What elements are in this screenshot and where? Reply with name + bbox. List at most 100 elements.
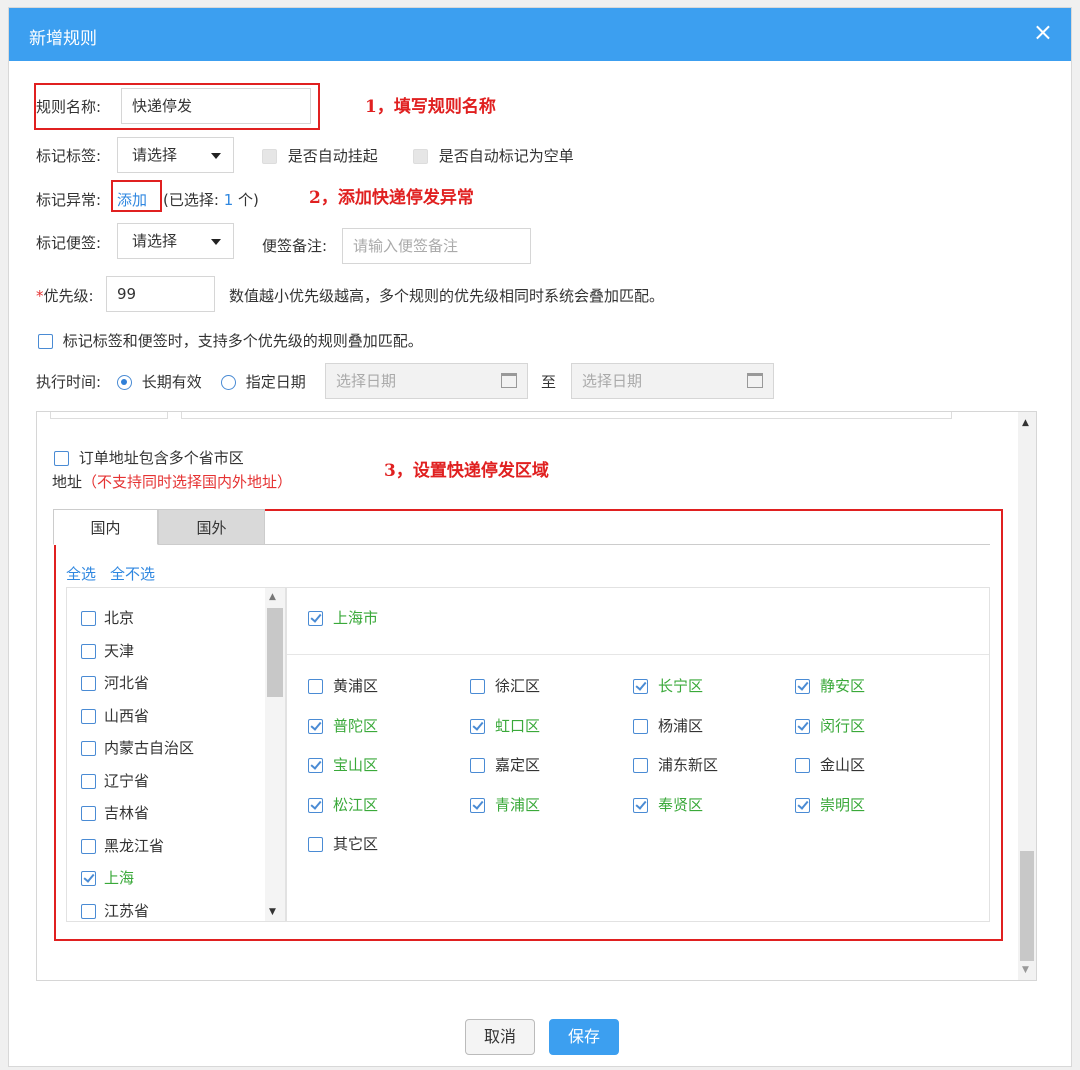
district-item[interactable]: 其它区 — [308, 833, 378, 854]
district-item[interactable]: 奉贤区 — [633, 794, 703, 815]
province-checkbox[interactable] — [81, 871, 96, 886]
auto-suspend-checkbox[interactable] — [262, 149, 277, 164]
district-item[interactable]: 浦东新区 — [633, 754, 718, 775]
province-checkbox[interactable] — [81, 611, 96, 626]
district-item[interactable]: 青浦区 — [470, 794, 540, 815]
district-checkbox[interactable] — [795, 718, 810, 734]
select-none-link[interactable]: 全不选 — [110, 563, 155, 584]
district-checkbox[interactable] — [795, 758, 810, 773]
stack-match-option[interactable]: 标记标签和便签时，支持多个优先级的规则叠加匹配。 — [38, 330, 423, 351]
province-checkbox[interactable] — [81, 806, 96, 821]
district-item[interactable]: 金山区 — [795, 754, 865, 775]
province-checkbox[interactable] — [81, 903, 96, 919]
district-checkbox[interactable] — [633, 797, 648, 813]
district-item[interactable]: 松江区 — [308, 794, 378, 815]
district-checkbox[interactable] — [470, 797, 485, 813]
district-checkbox[interactable] — [470, 718, 485, 734]
province-checkbox[interactable] — [81, 741, 96, 756]
scroll-up-icon[interactable]: ▲ — [269, 592, 276, 602]
calendar-icon — [747, 373, 763, 388]
select-all-link[interactable]: 全选 — [66, 563, 96, 584]
mark-exception-label: 标记异常: — [36, 191, 102, 209]
province-item[interactable]: 辽宁省 — [81, 770, 149, 791]
district-checkbox[interactable] — [470, 758, 485, 773]
city-checkbox[interactable] — [308, 611, 323, 626]
province-item[interactable]: 山西省 — [81, 705, 149, 726]
province-item[interactable]: 内蒙古自治区 — [81, 737, 194, 758]
long-term-option[interactable]: 长期有效 — [117, 371, 202, 392]
long-term-label: 长期有效 — [141, 373, 202, 391]
scroll-down-icon[interactable]: ▼ — [269, 907, 276, 917]
province-label: 天津 — [104, 641, 135, 660]
district-item[interactable]: 静安区 — [795, 675, 865, 696]
mark-note-select[interactable]: 请选择 — [117, 223, 234, 259]
province-item[interactable]: 上海 — [81, 867, 134, 888]
province-label: 山西省 — [104, 706, 150, 725]
district-checkbox[interactable] — [308, 837, 323, 852]
specify-date-option[interactable]: 指定日期 — [221, 371, 306, 392]
province-scrollbar[interactable]: ▲ ▼ — [265, 588, 285, 921]
district-label: 闵行区 — [820, 716, 866, 735]
district-checkbox[interactable] — [470, 679, 485, 694]
panel-scrollbar[interactable]: ▲ ▼ — [1018, 412, 1036, 980]
province-checkbox[interactable] — [81, 838, 96, 854]
district-checkbox[interactable] — [308, 797, 323, 813]
city-item[interactable]: 上海市 — [308, 607, 378, 628]
annotation-box-add — [111, 180, 162, 212]
note-remark-input[interactable]: 请输入便签备注 — [342, 228, 531, 264]
province-item[interactable]: 北京 — [81, 607, 134, 628]
district-checkbox[interactable] — [795, 797, 810, 813]
province-label: 江苏省 — [104, 901, 150, 920]
district-checkbox[interactable] — [633, 758, 648, 773]
auto-empty-option[interactable]: 是否自动标记为空单 — [413, 145, 574, 166]
district-item[interactable]: 杨浦区 — [633, 715, 703, 736]
district-label: 奉贤区 — [658, 795, 704, 814]
district-item[interactable]: 徐汇区 — [470, 675, 540, 696]
save-button[interactable]: 保存 — [549, 1019, 619, 1055]
province-checkbox[interactable] — [81, 773, 96, 789]
district-item[interactable]: 崇明区 — [795, 794, 865, 815]
district-item[interactable]: 闵行区 — [795, 715, 865, 736]
multi-province-option[interactable]: 订单地址包含多个省市区 — [54, 447, 244, 468]
tab-domestic[interactable]: 国内 — [53, 509, 158, 545]
district-checkbox[interactable] — [795, 679, 810, 694]
province-checkbox[interactable] — [81, 676, 96, 691]
district-item[interactable]: 嘉定区 — [470, 754, 540, 775]
auto-suspend-option[interactable]: 是否自动挂起 — [262, 145, 378, 166]
district-checkbox[interactable] — [633, 679, 648, 694]
district-item[interactable]: 长宁区 — [633, 675, 703, 696]
scrollbar-thumb[interactable] — [267, 608, 283, 697]
district-checkbox[interactable] — [308, 679, 323, 694]
priority-input[interactable]: 99 — [106, 276, 215, 312]
auto-empty-checkbox[interactable] — [413, 149, 428, 164]
province-item[interactable]: 黑龙江省 — [81, 835, 164, 856]
stack-match-checkbox[interactable] — [38, 334, 53, 349]
start-date-input[interactable]: 选择日期 — [325, 363, 528, 399]
district-checkbox[interactable] — [308, 718, 323, 734]
close-icon[interactable]: × — [1033, 18, 1053, 46]
specify-date-radio[interactable] — [221, 375, 236, 390]
long-term-radio[interactable] — [117, 375, 132, 390]
scrollbar-thumb[interactable] — [1020, 851, 1034, 961]
end-date-input[interactable]: 选择日期 — [571, 363, 774, 399]
province-item[interactable]: 天津 — [81, 640, 134, 661]
district-item[interactable]: 黄浦区 — [308, 675, 378, 696]
scroll-down-icon[interactable]: ▼ — [1022, 965, 1029, 975]
province-item[interactable]: 吉林省 — [81, 802, 149, 823]
province-item[interactable]: 江苏省 — [81, 900, 149, 921]
selected-count-text: (已选择: 1 个) — [163, 189, 259, 210]
specify-date-label: 指定日期 — [245, 373, 306, 391]
district-item[interactable]: 虹口区 — [470, 715, 540, 736]
province-item[interactable]: 河北省 — [81, 672, 149, 693]
scroll-up-icon[interactable]: ▲ — [1022, 418, 1029, 428]
tab-foreign[interactable]: 国外 — [158, 509, 265, 545]
province-checkbox[interactable] — [81, 708, 96, 724]
province-checkbox[interactable] — [81, 643, 96, 659]
cancel-button[interactable]: 取消 — [465, 1019, 535, 1055]
district-item[interactable]: 普陀区 — [308, 715, 378, 736]
district-checkbox[interactable] — [633, 718, 648, 734]
district-item[interactable]: 宝山区 — [308, 754, 378, 775]
mark-tag-select[interactable]: 请选择 — [117, 137, 234, 173]
district-checkbox[interactable] — [308, 758, 323, 773]
multi-province-checkbox[interactable] — [54, 451, 69, 466]
